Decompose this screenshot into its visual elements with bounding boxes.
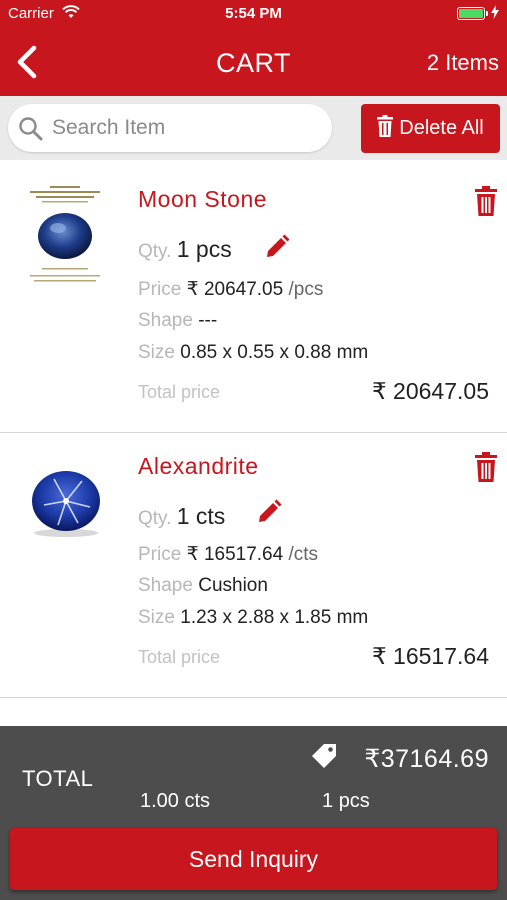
price-row: Price ₹ 20647.05 /pcs: [138, 278, 323, 301]
price-label: Price: [138, 544, 182, 565]
total-price-value: ₹ 20647.05: [372, 378, 489, 404]
price-tag-icon: [310, 742, 338, 775]
total-carats-unit: cts: [184, 790, 211, 812]
cart-item: Alexandrite Qty. 1 cts Price ₹ 16517.64 …: [0, 433, 507, 698]
total-carats: 1.00 cts: [140, 790, 210, 813]
total-price-value: ₹ 16517.64: [372, 643, 489, 669]
qty-label: Qty.: [138, 508, 172, 529]
total-pieces: 1 pcs: [322, 790, 370, 813]
shape-row: Shape ---: [138, 310, 217, 332]
price-row: Price ₹ 16517.64 /cts: [138, 543, 318, 566]
item-name[interactable]: Alexandrite: [138, 453, 259, 480]
search-input[interactable]: [52, 112, 322, 144]
price-value: ₹ 16517.64: [186, 544, 284, 565]
qty-value: 1 pcs: [176, 236, 232, 262]
battery-icon: [457, 7, 488, 20]
edit-quantity-icon[interactable]: [256, 499, 282, 530]
shape-label: Shape: [138, 575, 193, 596]
clock-time: 5:54 PM: [225, 5, 282, 22]
size-row: Size 0.85 x 0.55 x 0.88 mm: [138, 342, 368, 364]
cart-item-count: 2 Items: [426, 50, 499, 75]
delete-all-button[interactable]: Delete All: [361, 104, 500, 153]
shape-value: ---: [198, 310, 218, 331]
qty-value: 1 cts: [176, 503, 226, 529]
status-bar: Carrier 5:54 PM: [0, 0, 507, 28]
total-pieces-unit: pcs: [338, 790, 370, 812]
size-label: Size: [138, 342, 175, 363]
delete-item-icon[interactable]: [475, 452, 497, 487]
cart-item: Moon Stone Qty. 1 pcs Price ₹ 20647.05 /…: [0, 160, 507, 433]
quantity-row: Qty. 1 pcs: [138, 236, 232, 263]
total-amount: ₹37164.69: [364, 745, 489, 773]
size-row: Size 1.23 x 2.88 x 1.85 mm: [138, 607, 368, 629]
product-thumbnail[interactable]: [24, 459, 108, 544]
price-unit: /pcs: [288, 279, 324, 300]
price-unit: /cts: [288, 544, 319, 565]
qty-label: Qty.: [138, 241, 172, 262]
total-label: TOTAL: [22, 766, 94, 791]
total-price-label: Total price: [138, 382, 221, 402]
edit-quantity-icon[interactable]: [264, 234, 290, 265]
delete-item-icon[interactable]: [475, 186, 497, 221]
search-icon: [18, 116, 44, 147]
trash-icon: [377, 114, 394, 143]
price-value: ₹ 20647.05: [186, 279, 284, 300]
quantity-row: Qty. 1 cts: [138, 503, 225, 530]
search-bar: Delete All: [0, 96, 507, 160]
charging-icon: [491, 5, 499, 23]
shape-row: Shape Cushion: [138, 575, 268, 597]
size-label: Size: [138, 607, 175, 628]
total-price-label: Total price: [138, 647, 221, 667]
nav-bar: CART 2 Items: [0, 28, 507, 96]
delete-all-label: Delete All: [399, 117, 484, 139]
total-pieces-value: 1: [322, 790, 334, 812]
send-inquiry-button[interactable]: Send Inquiry: [10, 828, 497, 890]
price-label: Price: [138, 279, 182, 300]
shape-label: Shape: [138, 310, 193, 331]
search-field-container[interactable]: [8, 104, 332, 152]
size-value: 1.23 x 2.88 x 1.85 mm: [180, 607, 369, 628]
size-value: 0.85 x 0.55 x 0.88 mm: [180, 342, 369, 363]
total-carats-value: 1.00: [140, 790, 179, 812]
shape-value: Cushion: [198, 575, 268, 596]
product-thumbnail[interactable]: [22, 182, 108, 297]
item-name[interactable]: Moon Stone: [138, 186, 267, 213]
